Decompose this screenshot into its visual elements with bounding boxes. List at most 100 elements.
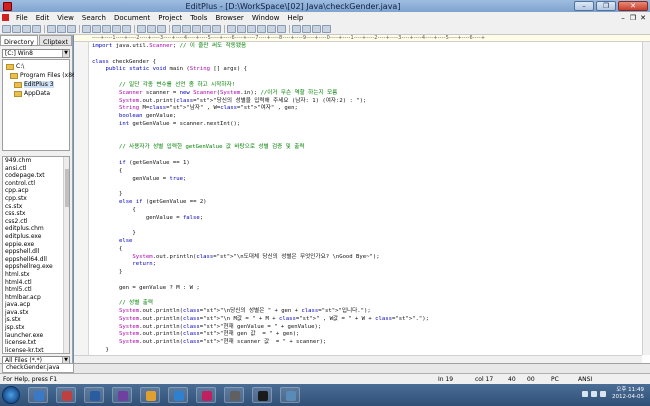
column-select-icon[interactable]: [257, 24, 266, 33]
tab-directory[interactable]: Directory: [0, 35, 38, 46]
file-list-item[interactable]: jsp.stx: [3, 324, 69, 332]
taskbar-app-icon[interactable]: [196, 387, 216, 403]
tree-item-root[interactable]: C:\: [6, 63, 24, 70]
taskbar-editplus-icon[interactable]: [56, 387, 76, 403]
word-wrap-icon[interactable]: [227, 24, 236, 33]
file-list-item[interactable]: editplus.chm: [3, 225, 69, 233]
taskbar-media-icon[interactable]: [112, 387, 132, 403]
file-list-item[interactable]: codepage.txt: [3, 172, 69, 180]
code-line[interactable]: // 사용자가 성별 입력한 getGenValue 값 바탕으로 성별 검증 …: [92, 144, 640, 152]
tree-item-appdata[interactable]: AppData: [14, 90, 50, 97]
code-line[interactable]: [92, 183, 640, 191]
file-list-item[interactable]: htmlbar.acp: [3, 294, 69, 302]
file-list-scrollbar[interactable]: [63, 157, 69, 353]
code-line[interactable]: genValue = false;: [92, 215, 640, 223]
copy-icon[interactable]: [92, 24, 101, 33]
code-line[interactable]: return;: [92, 261, 640, 269]
save-icon[interactable]: [22, 24, 31, 33]
taskbar-terminal-icon[interactable]: [224, 387, 244, 403]
ruler-icon[interactable]: [247, 24, 256, 33]
file-list-item[interactable]: css2.ctl: [3, 218, 69, 226]
file-list-item[interactable]: cs.stx: [3, 203, 69, 211]
print-icon[interactable]: [47, 24, 56, 33]
editplus-app-icon[interactable]: [3, 1, 12, 11]
code-line[interactable]: [92, 74, 640, 82]
code-line[interactable]: import java.util.Scanner; // 이 줄만 써도 작동됐…: [92, 43, 640, 51]
full-screen-icon[interactable]: [277, 24, 286, 33]
code-line[interactable]: [92, 277, 640, 285]
horizontal-scrollbar[interactable]: [74, 355, 642, 363]
code-line[interactable]: int getGenValue = scanner.nextInt();: [92, 121, 640, 129]
code-line[interactable]: // 일단 각종 변수를 선언 좀 하고 시작하자!: [92, 82, 640, 90]
volume-icon[interactable]: [591, 391, 597, 397]
file-list-item[interactable]: cpp.acp: [3, 187, 69, 195]
file-list-item[interactable]: launcher.exe: [3, 332, 69, 340]
menu-file[interactable]: File: [12, 14, 32, 22]
print-preview-icon[interactable]: [57, 24, 66, 33]
file-list-item[interactable]: eppshell64.dll: [3, 256, 69, 264]
font-icon[interactable]: [157, 24, 166, 33]
code-line[interactable]: }: [92, 191, 640, 199]
code-line[interactable]: }: [92, 269, 640, 277]
file-list-item[interactable]: control.ctl: [3, 180, 69, 188]
file-list-item[interactable]: eppshell.dll: [3, 248, 69, 256]
cut-icon[interactable]: [82, 24, 91, 33]
user-tool-2-icon[interactable]: [302, 24, 311, 33]
menu-project[interactable]: Project: [154, 14, 186, 22]
paste-icon[interactable]: [102, 24, 111, 33]
file-list-item[interactable]: license.txt: [3, 339, 69, 347]
taskbar-ie-icon[interactable]: [168, 387, 188, 403]
code-line[interactable]: [92, 51, 640, 59]
code-line[interactable]: }: [92, 230, 640, 238]
code-line[interactable]: String M=class="st">"남자" , W=class="st">…: [92, 105, 640, 113]
file-list-item[interactable]: js.stx: [3, 316, 69, 324]
minimize-button[interactable]: –: [574, 1, 594, 11]
doc-minimize-button[interactable]: –: [619, 14, 627, 22]
find-icon[interactable]: [137, 24, 146, 33]
tree-item-editplus[interactable]: EditPlus 3: [14, 81, 54, 88]
code-editor[interactable]: ----+----1----+----2----+----3----+----4…: [74, 35, 650, 363]
file-list-item[interactable]: cpp.stx: [3, 195, 69, 203]
replace-icon[interactable]: [147, 24, 156, 33]
vertical-scrollbar[interactable]: [642, 42, 650, 355]
cliptext-icon[interactable]: [202, 24, 211, 33]
file-list-item[interactable]: eppshellreg.exe: [3, 263, 69, 271]
menu-browser[interactable]: Browser: [211, 14, 247, 22]
maximize-button[interactable]: ❐: [596, 1, 616, 11]
file-list-item[interactable]: ansi.ctl: [3, 165, 69, 173]
line-number-icon[interactable]: [237, 24, 246, 33]
code-line[interactable]: else: [92, 238, 640, 246]
file-list-item[interactable]: java.stx: [3, 309, 69, 317]
doc-restore-button[interactable]: ❐: [629, 14, 637, 22]
menu-help[interactable]: Help: [283, 14, 307, 22]
file-list-item[interactable]: editplus.exe: [3, 233, 69, 241]
file-list-item[interactable]: java.acp: [3, 301, 69, 309]
folder-tree[interactable]: C:\ Program Files (x86) EditPlus 3 AppDa…: [2, 59, 78, 151]
code-line[interactable]: System.out.println(class="st">"\n M값 = "…: [92, 316, 640, 324]
file-list-item[interactable]: license-kr.txt: [3, 347, 69, 353]
menu-tools[interactable]: Tools: [186, 14, 211, 22]
file-list-item[interactable]: eppie.exe: [3, 241, 69, 249]
browser-icon[interactable]: [182, 24, 191, 33]
start-button-icon[interactable]: [2, 386, 20, 404]
file-list-item[interactable]: html4.ctl: [3, 279, 69, 287]
code-line[interactable]: System.out.println(class="st">"\n당신의 성별은…: [92, 308, 640, 316]
document-icon[interactable]: [2, 14, 9, 21]
code-line[interactable]: [92, 293, 640, 301]
file-list-item[interactable]: 949.chm: [3, 157, 69, 165]
close-button[interactable]: ✕: [618, 1, 648, 11]
code-line[interactable]: [92, 222, 640, 230]
redo-icon[interactable]: [122, 24, 131, 33]
taskbar-eclipse-icon[interactable]: [84, 387, 104, 403]
code-area[interactable]: import java.util.Scanner; // 이 줄만 써도 작동됐…: [92, 43, 640, 363]
user-tool-1-icon[interactable]: [292, 24, 301, 33]
open-folder-icon[interactable]: [12, 24, 21, 33]
file-list-item[interactable]: html5.ctl: [3, 286, 69, 294]
undo-icon[interactable]: [112, 24, 121, 33]
code-line[interactable]: // 성별 출력: [92, 300, 640, 308]
code-line[interactable]: class checkGender {: [92, 59, 640, 67]
code-line[interactable]: [92, 152, 640, 160]
save-all-icon[interactable]: [32, 24, 41, 33]
taskbar-cmd-icon[interactable]: [252, 387, 272, 403]
tab-cliptext[interactable]: Cliptext: [38, 35, 73, 46]
